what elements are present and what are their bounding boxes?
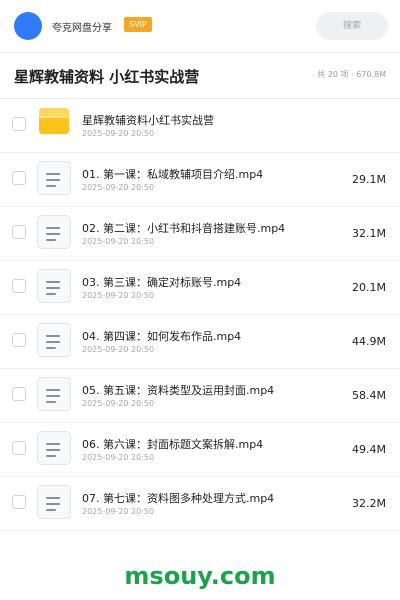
search-button[interactable]: 搜索 <box>316 12 388 40</box>
item-size: 29.1M <box>352 173 386 186</box>
row-checkbox[interactable] <box>12 495 26 509</box>
item-name: 06. 第六课：封面标题文案拆解.mp4 <box>82 438 264 451</box>
item-name: 星辉教辅资料小红书实战营 <box>82 114 214 127</box>
page-title: 星辉教辅资料 小红书实战营 <box>14 68 200 86</box>
folder-row[interactable]: 星辉教辅资料小红书实战营 2025-09-20 20:50 <box>0 99 400 153</box>
video-file-icon <box>37 269 71 303</box>
row-checkbox[interactable] <box>12 117 26 131</box>
file-row[interactable]: 02. 第二课：小红书和抖音搭建账号.mp4 2025-09-20 20:50 32… <box>0 207 400 261</box>
folder-header: 星辉教辅资料 小红书实战营 共 20 项 · 670.8M <box>0 53 400 98</box>
file-row[interactable]: 03. 第三课：确定对标账号.mp4 2025-09-20 20:50 20.1M <box>0 261 400 315</box>
video-file-icon <box>37 161 71 195</box>
row-checkbox[interactable] <box>12 279 26 293</box>
item-name: 07. 第七课：资料图多种处理方式.mp4 <box>82 492 275 505</box>
file-row[interactable]: 04. 第四课：如何发布作品.mp4 2025-09-20 20:50 44.9M <box>0 315 400 369</box>
top-bar: 夸克网盘分享 SVIP 搜索 <box>0 0 400 52</box>
item-date: 2025-09-20 20:50 <box>82 507 155 516</box>
row-checkbox[interactable] <box>12 171 26 185</box>
folder-summary: 共 20 项 · 670.8M <box>317 70 386 79</box>
file-row[interactable]: 06. 第六课：封面标题文案拆解.mp4 2025-09-20 20:50 49.4… <box>0 423 400 477</box>
item-size: 58.4M <box>352 389 386 402</box>
video-file-icon <box>37 431 71 465</box>
file-row[interactable]: 05. 第五课：资料类型及运用封面.mp4 2025-09-20 20:50 58.… <box>0 369 400 423</box>
video-file-icon <box>37 485 71 519</box>
folder-icon <box>39 108 69 134</box>
item-size: 32.2M <box>352 497 386 510</box>
video-file-icon <box>37 377 71 411</box>
item-name: 04. 第四课：如何发布作品.mp4 <box>82 330 242 343</box>
item-date: 2025-09-20 20:50 <box>82 291 155 300</box>
item-size: 44.9M <box>352 335 386 348</box>
app-name: 夸克网盘分享 <box>52 23 112 34</box>
item-size: 32.1M <box>352 227 386 240</box>
item-name: 05. 第五课：资料类型及运用封面.mp4 <box>82 384 275 397</box>
item-size: 20.1M <box>352 281 386 294</box>
row-checkbox[interactable] <box>12 387 26 401</box>
row-checkbox[interactable] <box>12 441 26 455</box>
file-row[interactable]: 01. 第一课：私域教辅项目介绍.mp4 2025-09-20 20:50 29.1… <box>0 153 400 207</box>
item-size: 49.4M <box>352 443 386 456</box>
watermark-text: msouy.com <box>124 562 276 590</box>
video-file-icon <box>37 215 71 249</box>
item-name: 03. 第三课：确定对标账号.mp4 <box>82 276 242 289</box>
row-checkbox[interactable] <box>12 225 26 239</box>
avatar[interactable] <box>14 12 42 40</box>
item-date: 2025-09-20 20:50 <box>82 453 155 462</box>
item-date: 2025-09-20 20:50 <box>82 345 155 354</box>
item-name: 01. 第一课：私域教辅项目介绍.mp4 <box>82 168 264 181</box>
video-file-icon <box>37 323 71 357</box>
item-date: 2025-09-20 20:50 <box>82 237 155 246</box>
item-date: 2025-09-20 20:50 <box>82 183 155 192</box>
item-date: 2025-09-20 20:50 <box>82 399 155 408</box>
item-date: 2025-09-20 20:50 <box>82 129 155 138</box>
svip-badge: SVIP <box>124 17 152 32</box>
file-list: 星辉教辅资料小红书实战营 2025-09-20 20:50 01. 第一课：私域教辅… <box>0 99 400 531</box>
file-row[interactable]: 07. 第七课：资料图多种处理方式.mp4 2025-09-20 20:50 32.… <box>0 477 400 531</box>
row-checkbox[interactable] <box>12 333 26 347</box>
item-name: 02. 第二课：小红书和抖音搭建账号.mp4 <box>82 222 286 235</box>
